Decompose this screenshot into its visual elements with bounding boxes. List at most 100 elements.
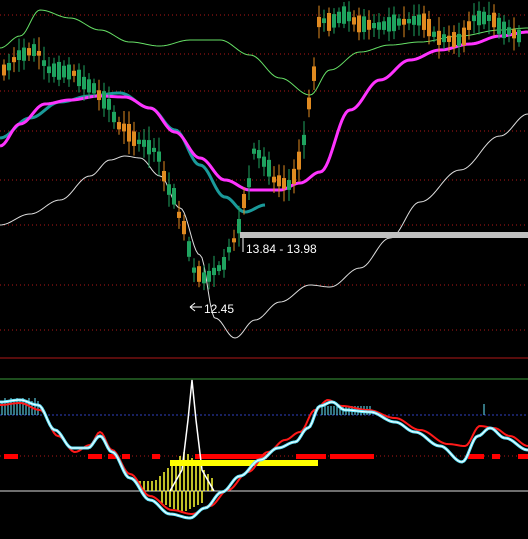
candle-body xyxy=(422,13,426,30)
candle-body xyxy=(302,134,306,146)
candle-body xyxy=(252,148,256,154)
candle-body xyxy=(282,178,286,189)
signal-dot xyxy=(195,454,267,459)
candle-body xyxy=(12,57,16,63)
candle-body xyxy=(187,241,191,257)
candle-body xyxy=(147,140,151,155)
signal-dot xyxy=(152,454,160,459)
candle-body xyxy=(92,83,96,94)
candle-body xyxy=(327,13,331,31)
candle-body xyxy=(487,15,491,21)
candle-body xyxy=(492,12,496,28)
candle-body xyxy=(82,76,86,90)
candle-body xyxy=(482,11,486,25)
signal-dot xyxy=(296,454,326,459)
candle-body xyxy=(142,139,146,147)
candle-body xyxy=(497,17,501,34)
candle-body xyxy=(62,65,66,78)
candle-body xyxy=(257,150,261,159)
candle-body xyxy=(127,123,131,142)
candle-body xyxy=(112,111,116,123)
candle-body xyxy=(517,29,521,43)
signal-bar xyxy=(170,460,318,466)
candle-body xyxy=(262,156,266,167)
candle-body xyxy=(297,151,301,170)
candle-body xyxy=(362,16,366,33)
candle-body xyxy=(317,16,321,28)
candle-body xyxy=(217,265,221,272)
candle-body xyxy=(287,180,291,190)
candle-body xyxy=(387,17,391,32)
candle-body xyxy=(437,30,441,45)
candle-body xyxy=(137,139,141,145)
candle-body xyxy=(212,267,216,276)
candle-body xyxy=(57,61,61,80)
candle-body xyxy=(462,27,466,46)
candle-body xyxy=(412,15,416,25)
candle-body xyxy=(377,22,381,30)
candle-body xyxy=(37,50,41,56)
candle-body xyxy=(247,178,251,188)
price-range-label: 13.84 - 13.98 xyxy=(246,242,317,256)
candle-body xyxy=(442,34,446,43)
candle-body xyxy=(457,33,461,47)
candle-body xyxy=(2,64,6,76)
candle-body xyxy=(397,18,401,26)
candle-body xyxy=(472,15,476,22)
candle-body xyxy=(87,79,91,93)
candle-body xyxy=(502,21,506,39)
signal-dot xyxy=(4,454,18,459)
candle-body xyxy=(157,151,161,162)
signal-dot xyxy=(330,454,366,459)
candle-body xyxy=(322,18,326,24)
candle-body xyxy=(162,170,166,182)
candle-body xyxy=(512,29,516,39)
stock-chart: 13.84 - 13.98 12.45 xyxy=(0,0,528,539)
candle-body xyxy=(32,44,36,56)
candle-body xyxy=(107,98,111,110)
candle-body xyxy=(347,11,351,22)
signal-dot xyxy=(518,454,528,459)
candle-body xyxy=(167,184,171,195)
signal-dot xyxy=(366,454,374,459)
candle-body xyxy=(227,246,231,253)
candle-body xyxy=(267,159,271,177)
candle-body xyxy=(22,47,26,61)
candle-body xyxy=(77,69,81,87)
candle-body xyxy=(152,147,156,152)
candle-body xyxy=(277,175,281,187)
candle-body xyxy=(452,32,456,48)
candle-body xyxy=(222,256,226,270)
candle-body xyxy=(207,270,211,282)
signal-dot xyxy=(88,454,102,459)
candle-body xyxy=(177,211,181,218)
candle-body xyxy=(367,19,371,30)
signal-dot xyxy=(468,454,484,459)
candle-body xyxy=(7,62,11,71)
candle-body xyxy=(172,188,176,205)
candle-body xyxy=(332,14,336,28)
signal-dot xyxy=(122,454,130,459)
candle-body xyxy=(47,66,51,74)
candle-body xyxy=(72,70,76,76)
candle-body xyxy=(117,122,121,130)
candle-body xyxy=(447,35,451,42)
candle-body xyxy=(312,66,316,81)
candle-body xyxy=(27,48,31,56)
signal-dot xyxy=(492,454,500,459)
candle-body xyxy=(467,21,471,30)
price-range-bar xyxy=(240,232,528,238)
candle-body xyxy=(242,193,246,208)
candle-body xyxy=(382,21,386,30)
candle-body xyxy=(307,97,311,110)
candle-body xyxy=(132,131,136,146)
candle-body xyxy=(272,176,276,183)
candle-body xyxy=(342,6,346,24)
candle-body xyxy=(232,238,236,243)
candle-body xyxy=(507,27,511,35)
candle-body xyxy=(477,10,481,26)
candle-body xyxy=(67,64,71,80)
candle-body xyxy=(417,14,421,26)
candle-body xyxy=(337,11,341,24)
candle-body xyxy=(182,220,186,235)
